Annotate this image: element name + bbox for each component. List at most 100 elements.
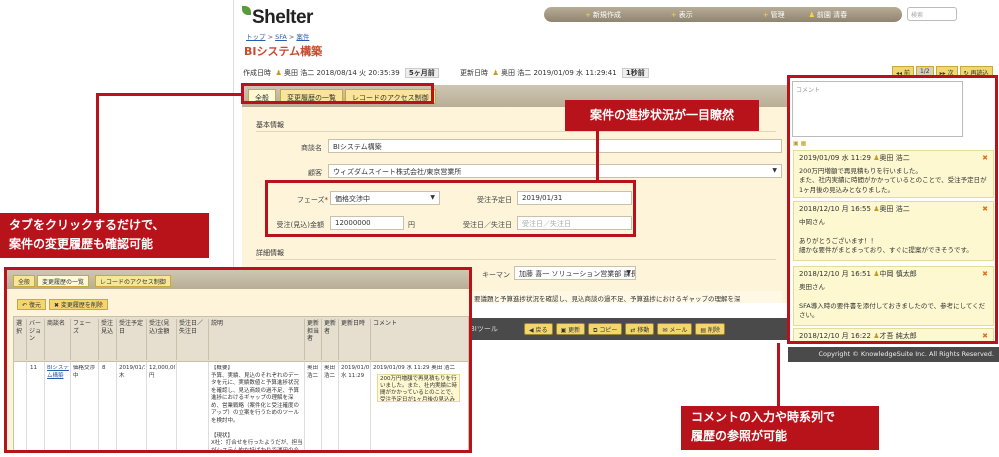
created-info: 作成日時 ♟ 奥田 浩二 2018/08/14 火 20:35:39 5ヶ月前 [243,68,439,78]
close-icon: ✖ [53,302,59,309]
delete-button[interactable]: ▤ 削除 [695,323,725,335]
col-updated-at: 更新日時 [338,319,370,360]
deal-name-field[interactable]: BIシステム構築 [328,139,782,153]
save-icon: ▣ [560,327,567,334]
delete-history-label: 変更履歴を削除 [60,302,103,309]
back-button[interactable]: ◀ 戻る [524,323,553,335]
col-select: 選択 [16,320,23,335]
chevron-down-icon: ▼ [772,167,777,174]
footer-copyright: Copyright © KnowledgeSuite Inc. All Righ… [788,347,999,362]
col-divider [70,362,71,450]
notes-tail: BIツール [470,325,498,333]
nav-view-label: 表示 [678,10,693,19]
leaf-icon [242,6,251,15]
col-owner: 更新担当者 [304,319,321,360]
col-divider [370,362,371,450]
breadcrumb-deal[interactable]: 案件 [296,33,309,41]
divider [256,259,776,260]
chevron-down-icon: ▼ [626,269,631,276]
col-phase: フェーズ [70,319,98,360]
section-detail-title: 詳細情報 [256,249,284,257]
cell-probability: 8 [102,365,106,371]
keyman-select[interactable]: 加藤 喜一 ソリューション営業部 課長 ▼ [514,266,636,280]
updated-ago-badge: 1秒前 [621,68,649,78]
copy-button[interactable]: ⧉ コピー [588,323,623,335]
callout-progress: 案件の進捗状況が一目瞭然 [565,100,759,131]
action-buttons: ◀ 戻る ▣ 更新 ⧉ コピー ⇄ 移動 ✉ メール ▤ 削除 [524,323,725,335]
cell-comment-header: 2019/01/09 水 11:29 奥田 浩二 [373,365,456,371]
update-button[interactable]: ▣ 更新 [555,323,586,335]
customer-value: ウィズダムスイート株式会社/東京営業所 [333,168,462,176]
move-button[interactable]: ⇄ 移動 [625,323,655,335]
delete-history-button[interactable]: ✖ 変更履歴を削除 [48,299,108,310]
col-divider [44,362,45,450]
created-at: 2018/08/14 火 20:35:39 [316,69,400,77]
col-divider [176,362,177,450]
highlight-tabs [241,83,434,104]
col-deal: 商談名 [44,319,70,360]
created-ago-badge: 5ヶ月前 [404,68,439,78]
tab-access-control[interactable]: レコードのアクセス制御 [95,275,171,287]
update-label: 更新 [568,327,581,334]
updated-user[interactable]: 奥田 浩二 [501,69,531,77]
notes-line-1: 要議題と予算進捗状況を確認し、見込商談の過不足、予算進捗におけるギャップの理解を… [470,291,782,303]
cell-expected-date: 2019/01/31 木 [119,365,145,379]
nav-user[interactable]: ♟ 前園 清春 [803,10,854,20]
col-amount: 受注(見込)金額 [146,319,176,360]
cell-amount: 12,000,000 円 [149,365,175,379]
callout-tabs: タブをクリックするだけで、 案件の変更履歴も確認可能 [0,213,209,258]
customer-select[interactable]: ウィズダムスイート株式会社/東京営業所 ▼ [328,164,782,178]
move-icon: ⇄ [630,327,636,334]
callout-comments-line2: 履歴の参照が可能 [691,429,788,443]
breadcrumb: トップ > SFA > 案件 [246,33,310,41]
mail-icon: ✉ [662,327,668,334]
updated-at: 2019/01/09 水 11:29:41 [533,69,617,77]
restore-button[interactable]: ↶ 復元 [17,299,46,310]
callout-comments: コメントの入力や時系列で 履歴の参照が可能 [681,406,879,450]
callout-tabs-line1: タブをクリックするだけで、 [9,218,165,232]
col-divider [26,362,27,450]
tab-history[interactable]: 変更履歴の一覧 [37,275,90,287]
created-label: 作成日時 [243,69,271,77]
customer-label: 顧客 [308,169,322,177]
nav-view[interactable]: + 表示 [665,10,699,20]
created-user[interactable]: 奥田 浩二 [284,69,314,77]
callout-comments-line1: コメントの入力や時系列で [691,410,836,424]
search-input[interactable]: 検索 [907,7,957,21]
cell-owner: 奥田 浩二 [307,365,319,379]
col-divider [98,362,99,450]
restore-label: 復元 [28,302,41,309]
move-label: 移動 [637,327,650,334]
cell-deal[interactable]: BIシステム構築 [47,365,69,395]
plus-icon: + [762,10,769,19]
back-icon: ◀ [529,327,534,334]
tab-all[interactable]: 全般 [13,275,36,287]
col-divider [338,362,339,450]
cell-phase: 価格交渉中 [73,365,96,379]
history-inset: 全般 変更履歴の一覧 レコードのアクセス制御 ↶ 復元 ✖ 変更履歴を削除 選択… [4,267,472,453]
col-divider [146,362,147,450]
col-expected-date: 受注予定日 [116,319,146,360]
breadcrumb-sfa[interactable]: SFA [275,33,287,41]
user-icon: ♟ [808,10,815,19]
col-version: バージョン [26,319,44,360]
history-buttons: ↶ 復元 ✖ 変更履歴を削除 [17,299,108,310]
nav-admin[interactable]: + 管理 [757,10,791,20]
restore-icon: ↶ [22,302,28,309]
copy-icon: ⧉ [593,327,598,334]
keyman-label: キーマン [482,271,510,279]
keyman-value: 加藤 喜一 ソリューション営業部 課長 [519,270,636,278]
page-title: BIシステム構築 [244,45,323,58]
mail-button[interactable]: ✉ メール [657,323,693,335]
cell-updated-at: 2019/01/09 水 11:29 [341,365,369,379]
app-logo[interactable]: Shelter [242,6,313,29]
user-icon: ♟ [275,69,282,77]
history-table-header: 選択 バージョン 商談名 フェーズ 受注見込 受注予定日 受注(見込)金額 受注… [14,317,468,362]
connector-line [596,131,599,181]
copy-label: コピー [599,327,618,334]
breadcrumb-top[interactable]: トップ [246,33,266,41]
nav-user-label: 前園 清春 [816,10,848,19]
user-icon: ♟ [492,69,499,77]
cell-version: 11 [30,365,37,371]
nav-new[interactable]: + 新規作成 [579,10,627,20]
